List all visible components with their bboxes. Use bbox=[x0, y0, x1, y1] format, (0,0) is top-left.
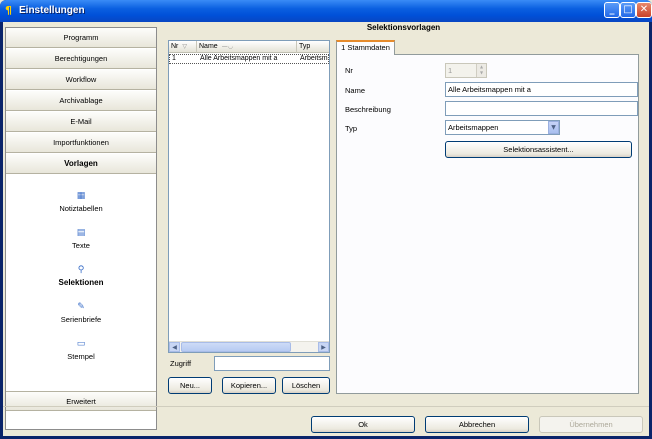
stepper-arrows: ▲ ▼ bbox=[476, 64, 486, 77]
new-button[interactable]: Neu... bbox=[168, 377, 212, 394]
beschreibung-label: Beschreibung bbox=[345, 105, 391, 114]
nav-item-notiztabellen[interactable]: ▦ Notiztabellen bbox=[6, 191, 156, 221]
delete-button[interactable]: Löschen bbox=[282, 377, 330, 394]
magnifier-icon: ⚲ bbox=[77, 265, 85, 275]
main-panel: Selektionsvorlagen Nr ▽ Name —◡ Typ 1 Alle… bbox=[160, 22, 647, 404]
nav-archivablage[interactable]: Archivablage bbox=[6, 91, 156, 111]
stepper-down-icon: ▼ bbox=[479, 70, 484, 75]
typ-select[interactable]: Arbeitsmappen ▼ bbox=[445, 120, 560, 135]
name-field[interactable]: Alle Arbeitsmappen mit a bbox=[445, 82, 638, 97]
column-header-label: Name bbox=[199, 43, 218, 50]
maximize-button[interactable]: □ bbox=[620, 2, 636, 18]
navigation-panel: Programm Berechtigungen Workflow Archiva… bbox=[5, 27, 157, 430]
dialog-footer: Ok Abbrechen Übernehmen bbox=[3, 406, 649, 436]
apply-button[interactable]: Übernehmen bbox=[539, 416, 643, 433]
sort-icon: —◡ bbox=[221, 43, 233, 50]
column-header-typ[interactable]: Typ bbox=[297, 41, 329, 53]
ok-button[interactable]: Ok bbox=[311, 416, 415, 433]
nav-item-label: Selektionen bbox=[58, 278, 104, 287]
scroll-thumb[interactable] bbox=[181, 342, 291, 352]
scroll-left-icon[interactable]: ◀ bbox=[169, 342, 180, 352]
close-button[interactable]: ✕ bbox=[636, 2, 652, 18]
app-icon: ¶ bbox=[5, 4, 12, 17]
pencil-icon: ✎ bbox=[77, 302, 85, 312]
window-title: Einstellungen bbox=[19, 5, 85, 16]
nr-stepper: 1 ▲ ▼ bbox=[445, 63, 487, 78]
stamp-icon: ▭ bbox=[76, 339, 86, 349]
name-label: Name bbox=[345, 86, 366, 95]
typ-label: Typ bbox=[345, 124, 358, 133]
chevron-down-icon[interactable]: ▼ bbox=[548, 121, 559, 134]
nav-item-label: Texte bbox=[72, 241, 90, 250]
nav-email[interactable]: E-Mail bbox=[6, 112, 156, 132]
selektionsassistent-button[interactable]: Selektionsassistent... bbox=[445, 141, 632, 158]
tab-stammdaten[interactable]: 1 Stammdaten bbox=[336, 40, 395, 55]
text-icon: ▤ bbox=[76, 228, 86, 238]
column-header-name[interactable]: Name —◡ bbox=[197, 41, 297, 53]
cell-typ: Arbeitsma bbox=[300, 55, 328, 62]
nav-item-label: Notiztabellen bbox=[59, 204, 103, 213]
zugriff-input[interactable] bbox=[214, 356, 330, 371]
grid-header: Nr ▽ Name —◡ Typ bbox=[169, 41, 329, 53]
table-icon: ▦ bbox=[76, 191, 86, 201]
page-title: Selektionsvorlagen bbox=[366, 23, 441, 32]
nav-berechtigungen[interactable]: Berechtigungen bbox=[6, 49, 156, 69]
settings-window: ¶ Einstellungen _ □ ✕ Programm Berechtig… bbox=[0, 0, 652, 439]
window-client: Programm Berechtigungen Workflow Archiva… bbox=[3, 22, 649, 436]
typ-value: Arbeitsmappen bbox=[448, 123, 499, 132]
nav-item-stempel[interactable]: ▭ Stempel bbox=[6, 339, 156, 369]
templates-grid[interactable]: Nr ▽ Name —◡ Typ 1 Alle Arbeitsmappen mit … bbox=[168, 40, 330, 353]
nav-programm[interactable]: Programm bbox=[6, 28, 156, 48]
zugriff-label: Zugriff bbox=[170, 359, 192, 368]
column-header-label: Nr bbox=[171, 43, 179, 50]
nav-item-label: Stempel bbox=[67, 352, 95, 361]
beschreibung-field[interactable] bbox=[445, 101, 638, 116]
nav-workflow[interactable]: Workflow bbox=[6, 70, 156, 90]
nav-item-texte[interactable]: ▤ Texte bbox=[6, 228, 156, 258]
column-header-label: Typ bbox=[299, 43, 311, 50]
scroll-right-icon[interactable]: ▶ bbox=[318, 342, 329, 352]
minimize-button[interactable]: _ bbox=[604, 2, 620, 18]
nav-item-selektionen[interactable]: ⚲ Selektionen bbox=[6, 265, 156, 295]
nav-vorlagen[interactable]: Vorlagen bbox=[6, 154, 156, 174]
copy-button[interactable]: Kopieren... bbox=[222, 377, 276, 394]
filter-icon: ▽ bbox=[182, 43, 188, 50]
cell-name: Alle Arbeitsmappen mit a bbox=[200, 55, 278, 62]
column-header-nr[interactable]: Nr ▽ bbox=[169, 41, 197, 53]
nav-item-label: Serienbriefe bbox=[60, 315, 102, 324]
nr-value: 1 bbox=[448, 66, 453, 75]
cell-nr: 1 bbox=[172, 55, 176, 62]
horizontal-scrollbar[interactable]: ◀ ▶ bbox=[169, 341, 329, 352]
title-bar[interactable]: ¶ Einstellungen _ □ ✕ bbox=[0, 0, 652, 22]
table-row[interactable]: 1 Alle Arbeitsmappen mit a Arbeitsma bbox=[169, 54, 329, 64]
nr-label: Nr bbox=[345, 66, 353, 75]
nav-item-serienbriefe[interactable]: ✎ Serienbriefe bbox=[6, 302, 156, 332]
cancel-button[interactable]: Abbrechen bbox=[425, 416, 529, 433]
tab-panel-stammdaten: Nr 1 ▲ ▼ Name Alle Arbeitsmappen mit a B… bbox=[336, 54, 639, 394]
nav-importfunktionen[interactable]: Importfunktionen bbox=[6, 133, 156, 153]
